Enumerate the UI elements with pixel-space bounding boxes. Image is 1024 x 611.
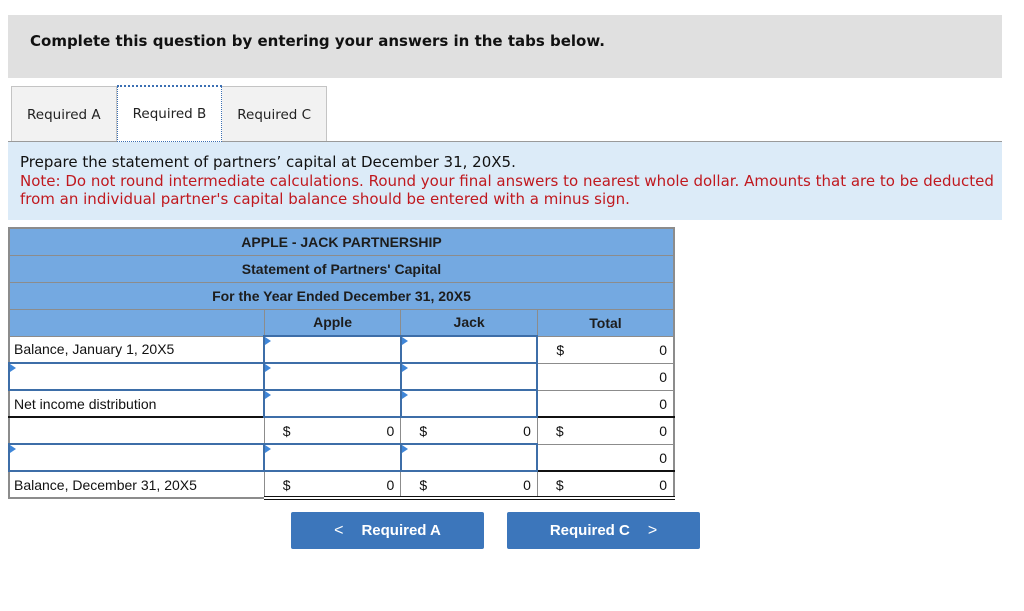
apple-input-cell[interactable] — [263, 389, 402, 418]
tab-label: Required B — [132, 106, 207, 122]
table-row: $0 $0 $0 — [8, 416, 675, 445]
input-flag-icon — [10, 445, 16, 453]
previous-required-a-button[interactable]: < Required A — [291, 512, 484, 549]
chevron-right-icon: > — [647, 521, 658, 539]
apple-amount-input[interactable] — [265, 445, 400, 470]
tab-required-b[interactable]: Required B — [116, 85, 223, 142]
apple-balance-jan-input[interactable] — [265, 337, 400, 362]
tab-label: Required C — [237, 106, 312, 123]
next-button-label: Required C — [549, 522, 630, 539]
instruction-text: Complete this question by entering your … — [30, 32, 605, 50]
apple-subtotal-cell: $0 — [263, 416, 402, 445]
apple-amount-input[interactable] — [265, 364, 400, 389]
jack-amount-input[interactable] — [401, 364, 537, 389]
jack-input-cell[interactable] — [399, 335, 539, 364]
currency-symbol: $ — [555, 423, 564, 439]
apple-input-cell[interactable] — [263, 443, 402, 472]
input-flag-icon — [265, 364, 272, 372]
partners-capital-statement: APPLE - JACK PARTNERSHIP Statement of Pa… — [7, 227, 675, 500]
total-cell: 0 — [536, 389, 675, 418]
chevron-left-icon: < — [334, 521, 344, 539]
tab-required-c[interactable]: Required C — [222, 86, 328, 142]
row-label: Net income distribution — [8, 389, 265, 418]
currency-symbol: $ — [419, 477, 428, 493]
total-value: 0 — [659, 341, 667, 358]
statement-company-title: APPLE - JACK PARTNERSHIP — [8, 227, 675, 256]
total-cell: 0 — [536, 443, 675, 472]
column-header-label — [8, 308, 265, 337]
tab-bar: Required A Required B Required C — [11, 85, 328, 142]
tab-required-a[interactable]: Required A — [11, 86, 117, 142]
instruction-header: Complete this question by entering your … — [8, 15, 1002, 78]
apple-subtotal-value: 0 — [386, 423, 395, 439]
input-flag-icon — [265, 445, 272, 453]
input-flag-icon — [10, 364, 16, 372]
currency-symbol: $ — [282, 477, 291, 493]
total-value: 0 — [659, 423, 667, 439]
currency-symbol: $ — [555, 477, 564, 493]
tab-label: Required A — [27, 106, 101, 123]
apple-ending-balance-cell: $0 — [263, 470, 402, 500]
input-flag-icon — [265, 337, 272, 345]
jack-ending-balance-value: 0 — [523, 477, 531, 493]
apple-ending-balance-value: 0 — [386, 477, 395, 493]
total-cell: $0 — [536, 416, 675, 445]
apple-input-cell[interactable] — [263, 335, 402, 364]
column-header-jack: Jack — [400, 308, 538, 337]
table-row: Balance, December 31, 20X5 $0 $0 $0 — [8, 470, 675, 500]
row-label: Balance, December 31, 20X5 — [8, 470, 265, 499]
jack-ending-balance-cell: $0 — [400, 470, 538, 500]
statement-title: Statement of Partners' Capital — [8, 254, 675, 283]
jack-input-cell[interactable] — [399, 443, 539, 472]
table-row: Net income distribution 0 — [8, 389, 675, 418]
label-input-cell[interactable] — [7, 443, 266, 472]
input-flag-icon — [401, 337, 408, 345]
total-cell: $0 — [536, 470, 675, 500]
prompt-panel: Prepare the statement of partners’ capit… — [8, 142, 1002, 220]
question-text: Prepare the statement of partners’ capit… — [20, 153, 516, 171]
prev-button-label: Required A — [361, 522, 441, 539]
jack-subtotal-cell: $0 — [400, 416, 538, 445]
currency-symbol: $ — [282, 423, 291, 439]
input-flag-icon — [401, 364, 408, 372]
jack-amount-input[interactable] — [401, 445, 537, 470]
jack-balance-jan-input[interactable] — [401, 337, 537, 362]
apple-net-income-input[interactable] — [265, 391, 400, 416]
jack-subtotal-value: 0 — [523, 423, 531, 439]
jack-net-income-input[interactable] — [401, 391, 537, 416]
table-row: Balance, January 1, 20X5 $0 — [8, 335, 675, 364]
currency-symbol: $ — [556, 341, 565, 358]
total-cell: 0 — [536, 362, 675, 391]
input-flag-icon — [265, 391, 272, 399]
note-text: Note: Do not round intermediate calculat… — [20, 171, 994, 209]
column-header-total: Total — [536, 308, 675, 337]
input-flag-icon — [401, 445, 408, 453]
total-value: 0 — [659, 449, 667, 466]
input-flag-icon — [401, 391, 408, 399]
column-header-apple: Apple — [263, 308, 402, 337]
row-label — [8, 416, 265, 445]
currency-symbol: $ — [419, 423, 428, 439]
label-input-cell[interactable] — [7, 362, 266, 391]
statement-period: For the Year Ended December 31, 20X5 — [8, 281, 675, 310]
total-value: 0 — [659, 477, 667, 493]
row-label-input[interactable] — [10, 364, 264, 389]
jack-input-cell[interactable] — [399, 389, 539, 418]
table-row: 0 — [7, 443, 675, 472]
table-row: 0 — [7, 362, 675, 391]
total-value: 0 — [659, 368, 667, 385]
row-label: Balance, January 1, 20X5 — [8, 335, 265, 364]
jack-input-cell[interactable] — [399, 362, 539, 391]
total-cell: $0 — [536, 335, 675, 364]
total-value: 0 — [659, 395, 667, 412]
row-label-input[interactable] — [10, 445, 264, 470]
apple-input-cell[interactable] — [263, 362, 402, 391]
next-required-c-button[interactable]: Required C > — [507, 512, 700, 549]
